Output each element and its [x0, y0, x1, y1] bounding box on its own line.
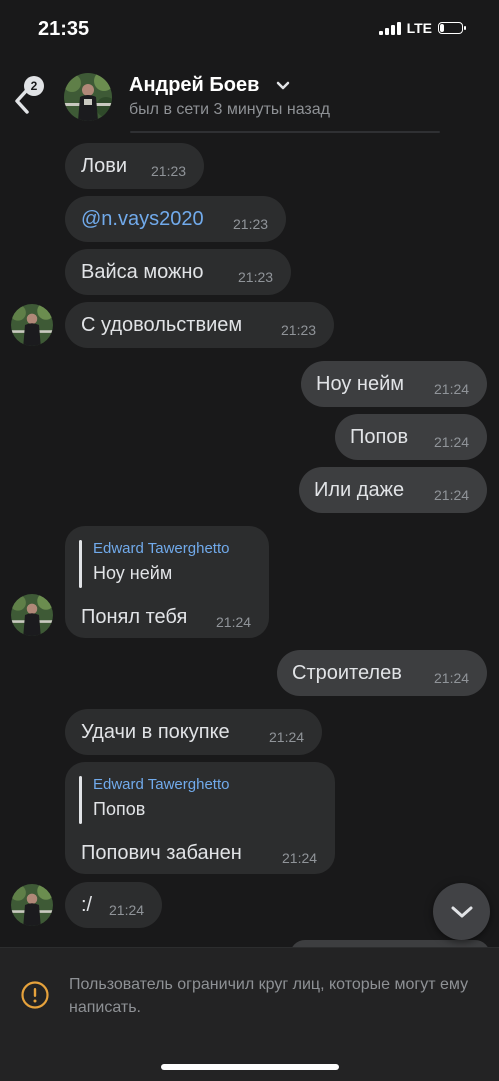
home-indicator[interactable] [161, 1064, 339, 1070]
message-text: :/ [81, 894, 93, 916]
unread-badge: 2 [24, 76, 44, 96]
message-bubble-reply[interactable]: Edward Tawerghetto Ноу нейм Понял тебя 2… [65, 526, 269, 638]
message-time: 21:23 [233, 216, 269, 232]
chevron-down-icon [451, 906, 472, 917]
message-text: Вайса можно [81, 261, 204, 283]
message-time: 21:24 [282, 850, 318, 866]
message-time: 21:23 [281, 322, 317, 338]
message-bubble-incoming[interactable]: Лови 21:23 [65, 143, 204, 189]
contact-status: был в сети 3 минуты назад [129, 101, 330, 118]
contact-avatar[interactable] [64, 73, 112, 121]
message-time: 21:24 [216, 614, 252, 630]
message-text: Ноу нейм [316, 373, 404, 395]
status-indicators: LTE [378, 20, 466, 36]
avatar-image [64, 73, 112, 121]
message-time: 21:23 [151, 163, 187, 179]
message-bubble-incoming[interactable]: С удовольствием 21:23 [65, 302, 334, 348]
battery-icon [438, 22, 466, 34]
reply-author[interactable]: Edward Tawerghetto [93, 776, 229, 793]
message-time: 21:24 [434, 381, 470, 397]
message-text: Попович забанен [81, 842, 242, 864]
avatar-image [11, 304, 53, 346]
battery-level [440, 24, 444, 32]
message-text: С удовольствием [81, 314, 243, 336]
avatar-image [11, 884, 53, 926]
message-text: Или даже [314, 479, 405, 501]
sender-avatar[interactable] [11, 304, 53, 346]
sender-avatar[interactable] [11, 884, 53, 926]
message-bubble-incoming[interactable]: @n.vays2020 21:23 [65, 196, 286, 242]
message-bubble-outgoing[interactable]: Строителев 21:24 [277, 650, 487, 696]
message-bubble-reply[interactable]: Edward Tawerghetto Попов Попович забанен… [65, 762, 335, 874]
restriction-notice-text: Пользователь ограничил круг лиц, которые… [69, 976, 469, 1016]
message-bubble-incoming[interactable]: Удачи в покупке 21:24 [65, 709, 322, 755]
reply-bar [79, 776, 82, 824]
network-type: LTE [406, 20, 432, 36]
message-bubble-outgoing[interactable]: Попов 21:24 [335, 414, 487, 460]
scroll-down-button[interactable] [433, 883, 490, 940]
status-bar: 21:35 LTE [0, 0, 499, 60]
signal-icon [378, 21, 401, 35]
message-bubble-outgoing[interactable]: Или даже 21:24 [299, 467, 487, 513]
message-bubble-incoming[interactable]: Вайса можно 21:23 [65, 249, 291, 295]
message-text: Лови [81, 155, 128, 177]
mention-link[interactable]: @n.vays2020 [81, 208, 204, 231]
message-bubble-incoming[interactable]: :/ 21:24 [65, 882, 162, 928]
message-text: Удачи в покупке [81, 721, 230, 743]
message-time: 21:23 [238, 269, 274, 285]
reply-text: Попов [93, 799, 146, 819]
warning-circle-icon [21, 981, 49, 1009]
message-time: 21:24 [109, 902, 145, 918]
message-time: 21:24 [434, 670, 470, 686]
message-time: 21:24 [434, 434, 470, 450]
message-bubble-outgoing[interactable]: Ноу нейм 21:24 [301, 361, 487, 407]
restriction-notice-bar: Пользователь ограничил круг лиц, которые… [0, 947, 499, 1081]
reply-author[interactable]: Edward Tawerghetto [93, 540, 229, 557]
sender-avatar[interactable] [11, 594, 53, 636]
message-text: Понял тебя [81, 606, 188, 628]
reply-text: Ноу нейм [93, 563, 173, 583]
contact-name[interactable]: Андрей Боев [129, 74, 259, 97]
chevron-down-icon[interactable] [275, 80, 291, 92]
chat-header: 2 Андрей Боев был в сети 3 минуты назад [0, 64, 499, 134]
message-text: Попов [350, 426, 409, 448]
status-time: 21:35 [38, 18, 90, 40]
reply-bar [79, 540, 82, 588]
message-time: 21:24 [269, 729, 305, 745]
avatar-image [11, 594, 53, 636]
message-time: 21:24 [434, 487, 470, 503]
message-text: Строителев [292, 662, 402, 684]
date-divider [130, 131, 440, 133]
